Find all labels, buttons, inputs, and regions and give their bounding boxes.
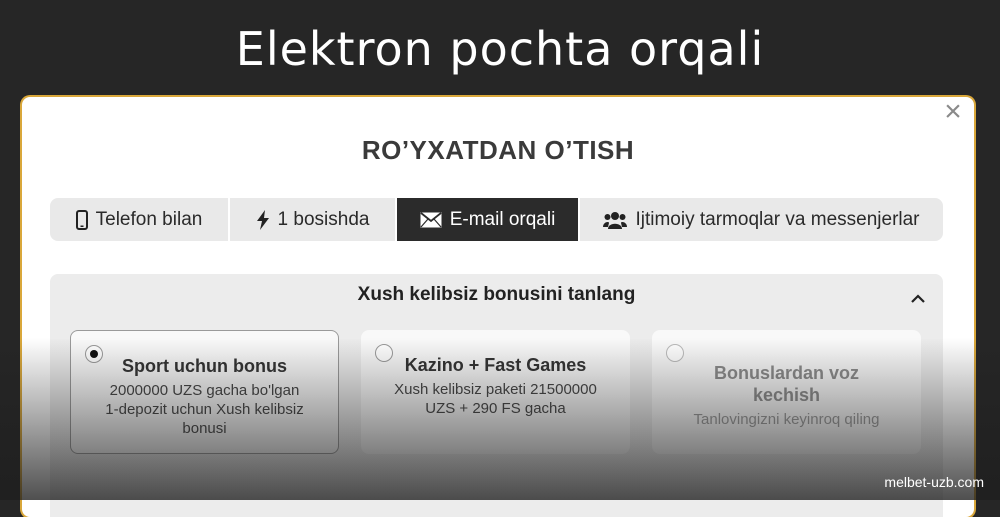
chevron-up-icon[interactable] — [911, 290, 925, 308]
bonus-option-sport[interactable]: Sport uchun bonus 2000000 UZS gacha bo'l… — [70, 330, 339, 454]
tab-phone[interactable]: Telefon bilan — [50, 198, 230, 241]
lightning-icon — [256, 209, 270, 230]
watermark: melbet-uzb.com — [884, 474, 984, 490]
users-icon — [603, 211, 628, 229]
bonus-panel-title: Xush kelibsiz bonusini tanlang — [357, 284, 636, 305]
tab-email[interactable]: E-mail orqali — [397, 198, 580, 241]
phone-icon — [75, 209, 88, 230]
envelope-icon — [420, 211, 442, 228]
bonus-option-title: Bonuslardan voz kechish — [713, 363, 860, 405]
tab-email-label: E-mail orqali — [449, 208, 556, 230]
bonus-option-title: Kazino + Fast Games — [404, 355, 587, 375]
tab-one-click-label: 1 bosishda — [277, 208, 370, 230]
tab-social-label: Ijtimoiy tarmoqlar va messenjerlar — [635, 208, 920, 230]
bonus-option-title: Sport uchun bonus — [122, 356, 287, 376]
tab-social[interactable]: Ijtimoiy tarmoqlar va messenjerlar — [580, 198, 943, 241]
tab-one-click[interactable]: 1 bosishda — [230, 198, 397, 241]
radio-casino[interactable] — [375, 344, 393, 362]
radio-sport[interactable] — [85, 345, 103, 363]
registration-modal: × RO’YXATDAN O’TISH Telefon bilan 1 bosi… — [22, 97, 974, 517]
bonus-option-description: Xush kelibsiz paketi 21500000 UZS + 290 … — [394, 381, 597, 417]
bonus-option-description: Tanlovingizni keyinroq qiling — [693, 411, 880, 428]
bonus-option-decline[interactable]: Bonuslardan voz kechish Tanlovingizni ke… — [652, 330, 921, 454]
registration-tabs: Telefon bilan 1 bosishda E-mail orqali I… — [50, 198, 943, 241]
tab-phone-label: Telefon bilan — [95, 208, 203, 230]
page-headline: Elektron pochta orqali — [235, 22, 765, 76]
radio-decline[interactable] — [666, 344, 684, 362]
modal-title: RO’YXATDAN O’TISH — [361, 135, 635, 165]
bonus-panel: Xush kelibsiz bonusini tanlang Sport uch… — [50, 274, 943, 517]
bonus-option-casino[interactable]: Kazino + Fast Games Xush kelibsiz paketi… — [361, 330, 630, 454]
close-icon[interactable]: × — [940, 97, 966, 127]
bonus-option-description: 2000000 UZS gacha bo'lgan 1-depozit uchu… — [105, 382, 304, 437]
